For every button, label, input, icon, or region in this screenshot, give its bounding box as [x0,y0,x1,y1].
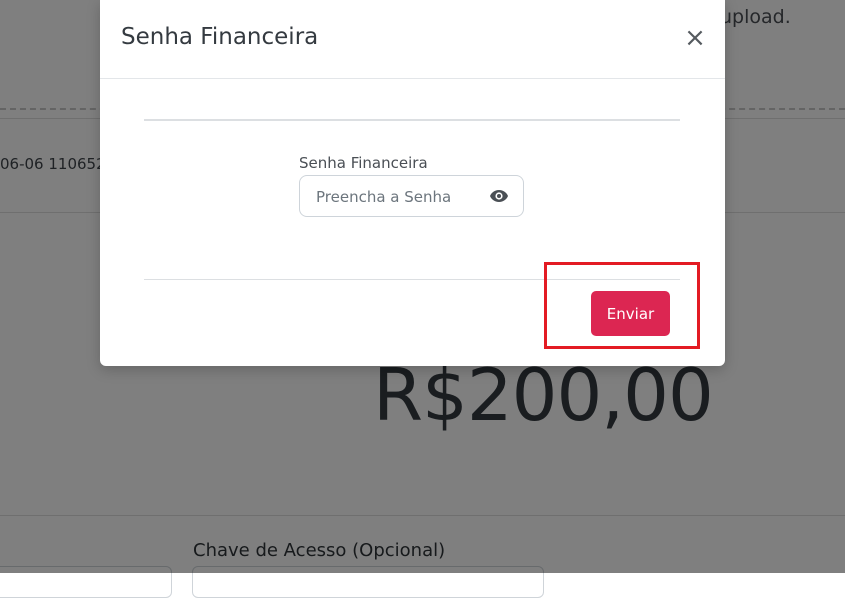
form-divider [144,119,680,121]
modal-header: Senha Financeira × [100,0,725,79]
password-field [299,175,524,218]
password-field-label: Senha Financeira [299,154,428,172]
close-icon[interactable]: × [682,24,708,52]
password-input[interactable] [314,176,488,218]
modal-title: Senha Financeira [121,24,319,50]
highlight-annotation [544,262,700,349]
eye-icon[interactable] [489,189,509,203]
